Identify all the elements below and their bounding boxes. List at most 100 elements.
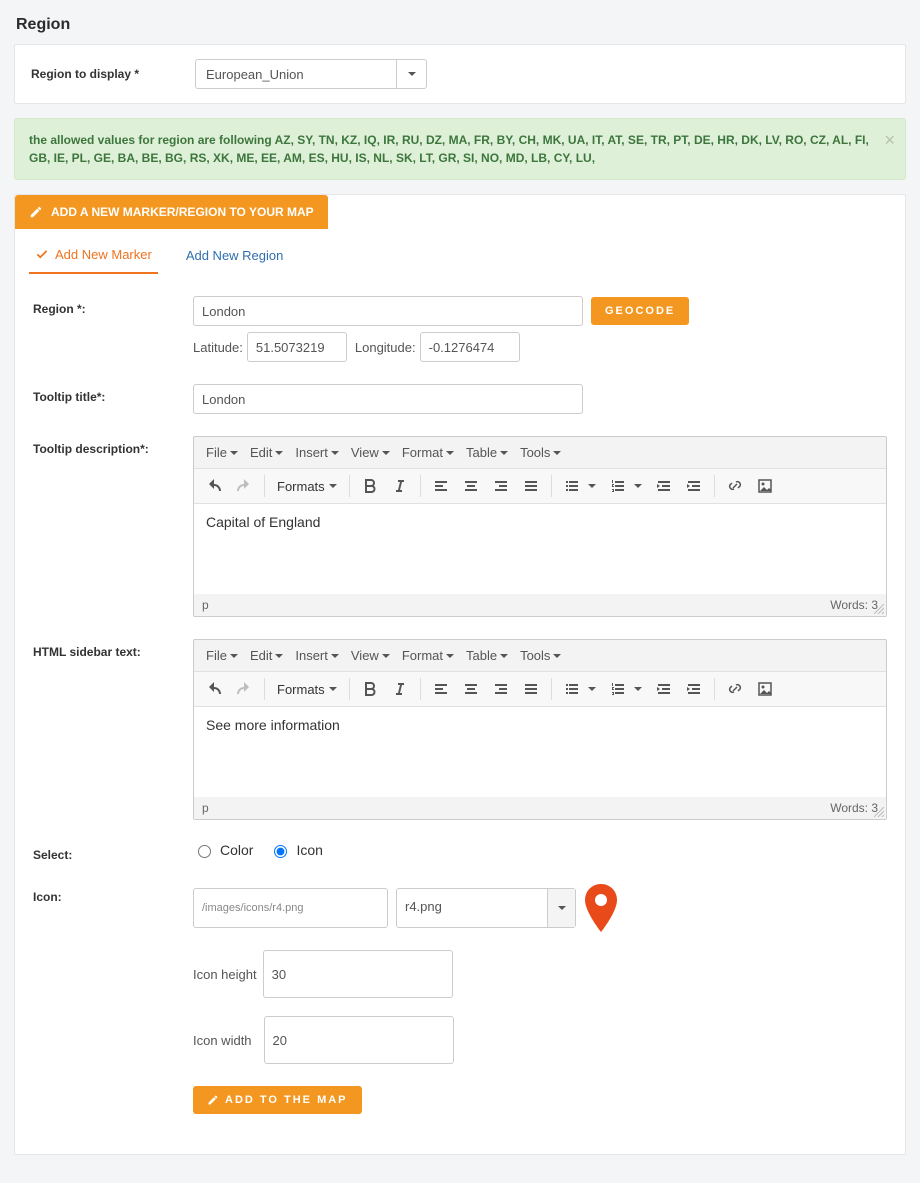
align-center-button[interactable] [457,473,485,499]
tooltip-desc-content[interactable]: Capital of England [194,504,886,594]
redo-button[interactable] [230,473,258,499]
align-center-button[interactable] [457,676,485,702]
menu-tools[interactable]: Tools [516,443,565,462]
align-left-icon [433,478,449,494]
chevron-down-icon [408,72,416,76]
align-left-button[interactable] [427,676,455,702]
outdent-button[interactable] [650,473,678,499]
redo-button[interactable] [230,676,258,702]
sidebar-text-words: Words: 3 [830,801,878,815]
bullet-list-button[interactable] [558,676,586,702]
sidebar-text-label: HTML sidebar text: [33,639,193,659]
menu-edit[interactable]: Edit [246,646,287,665]
sidebar-text-content[interactable]: See more information [194,707,886,797]
sidebar-text-path: p [202,801,209,815]
formats-dropdown[interactable]: Formats [271,682,343,697]
resize-grip-icon[interactable] [874,604,884,614]
bullet-list-icon [564,681,580,697]
alert-close-button[interactable]: × [884,127,895,154]
menu-tools[interactable]: Tools [516,646,565,665]
region-display-value: European_Union [196,60,396,88]
sidebar-text-editor: File Edit Insert View Format Table Tools… [193,639,887,820]
bullet-list-button[interactable] [558,473,586,499]
outdent-icon [656,478,672,494]
link-button[interactable] [721,676,749,702]
menu-edit[interactable]: Edit [246,443,287,462]
align-right-button[interactable] [487,473,515,499]
menu-view[interactable]: View [347,646,394,665]
tab-add-marker-label: Add New Marker [55,247,152,262]
latitude-input[interactable] [247,332,347,362]
align-justify-button[interactable] [517,676,545,702]
radio-color-input[interactable] [198,845,211,858]
radio-color[interactable]: Color [193,842,253,858]
tooltip-desc-editor: File Edit Insert View Format Table Tools… [193,436,887,617]
region-label: Region *: [33,296,193,316]
bold-icon [362,478,378,494]
icon-height-input[interactable] [263,950,453,998]
alert-text: the allowed values for region are follow… [29,133,869,165]
menu-view[interactable]: View [347,443,394,462]
region-display-select[interactable]: European_Union [195,59,427,89]
longitude-input[interactable] [420,332,520,362]
menu-format[interactable]: Format [398,443,458,462]
region-input[interactable] [193,296,583,326]
tab-add-region[interactable]: Add New Region [180,239,290,274]
resize-grip-icon[interactable] [874,807,884,817]
allowed-values-alert: the allowed values for region are follow… [14,118,906,180]
menu-table[interactable]: Table [462,443,512,462]
add-to-map-button[interactable]: ADD TO THE MAP [193,1086,362,1114]
icon-width-input[interactable] [264,1016,454,1064]
image-icon [757,478,773,494]
menu-format[interactable]: Format [398,646,458,665]
menu-file[interactable]: File [202,443,242,462]
tooltip-desc-words: Words: 3 [830,598,878,612]
undo-button[interactable] [200,676,228,702]
indent-icon [686,681,702,697]
link-button[interactable] [721,473,749,499]
bold-button[interactable] [356,473,384,499]
italic-button[interactable] [386,676,414,702]
link-icon [727,478,743,494]
redo-icon [236,478,252,494]
tab-add-region-label: Add New Region [186,248,284,263]
numbered-list-button[interactable] [604,473,632,499]
formats-dropdown[interactable]: Formats [271,479,343,494]
italic-button[interactable] [386,473,414,499]
icon-file-caret[interactable] [547,889,575,927]
indent-icon [686,478,702,494]
region-panel: Region to display * European_Union [14,44,906,104]
region-display-caret[interactable] [396,60,426,88]
select-label: Select: [33,842,193,862]
numbered-list-button[interactable] [604,676,632,702]
bold-icon [362,681,378,697]
bold-button[interactable] [356,676,384,702]
check-icon [35,248,49,262]
radio-icon[interactable]: Icon [269,842,322,858]
radio-icon-input[interactable] [274,845,287,858]
indent-button[interactable] [680,676,708,702]
longitude-label: Longitude: [355,340,416,355]
menu-insert[interactable]: Insert [291,443,343,462]
undo-button[interactable] [200,473,228,499]
align-left-button[interactable] [427,473,455,499]
outdent-button[interactable] [650,676,678,702]
numbered-list-icon [610,681,626,697]
tabs: Add New Marker Add New Region [15,229,905,274]
image-button[interactable] [751,676,779,702]
align-justify-button[interactable] [517,473,545,499]
icon-file-select[interactable]: r4.png [396,888,576,928]
align-justify-icon [523,681,539,697]
menu-insert[interactable]: Insert [291,646,343,665]
align-right-icon [493,478,509,494]
image-button[interactable] [751,473,779,499]
menu-table[interactable]: Table [462,646,512,665]
menu-file[interactable]: File [202,646,242,665]
numbered-list-icon [610,478,626,494]
indent-button[interactable] [680,473,708,499]
tab-add-marker[interactable]: Add New Marker [29,239,158,274]
geocode-button[interactable]: GEOCODE [591,297,689,325]
edit-icon [29,205,43,219]
tooltip-title-input[interactable] [193,384,583,414]
align-right-button[interactable] [487,676,515,702]
